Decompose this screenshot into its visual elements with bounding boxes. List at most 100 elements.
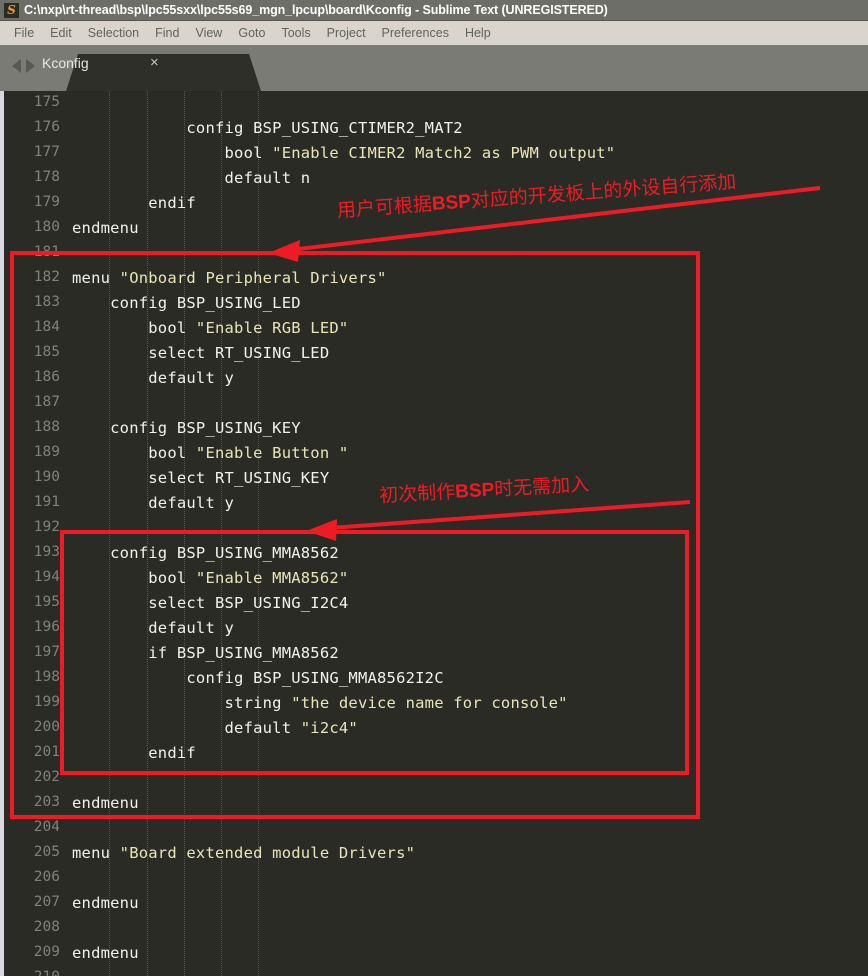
code-line[interactable]: 198 config BSP_USING_MMA8562I2C xyxy=(0,666,868,691)
line-source: bool "Enable MMA8562" xyxy=(72,569,349,587)
line-source: endif xyxy=(72,744,196,762)
line-number: 182 xyxy=(33,269,60,285)
line-number: 197 xyxy=(33,644,60,660)
line-number: 209 xyxy=(33,944,60,960)
line-number: 202 xyxy=(33,769,60,785)
line-number: 192 xyxy=(33,519,60,535)
menu-item-help[interactable]: Help xyxy=(457,24,499,42)
code-line[interactable]: 201 endif xyxy=(0,741,868,766)
line-number: 194 xyxy=(33,569,60,585)
tab-bar: Kconfig × xyxy=(0,45,868,91)
line-number: 184 xyxy=(33,319,60,335)
code-line[interactable]: 194 bool "Enable MMA8562" xyxy=(0,566,868,591)
line-source: endif xyxy=(72,194,196,212)
line-number: 204 xyxy=(33,819,60,835)
menu-item-view[interactable]: View xyxy=(187,24,230,42)
code-line[interactable]: 208 xyxy=(0,916,868,941)
anno2-post: 时无需加入 xyxy=(493,474,590,501)
sublime-text-logo-icon: S xyxy=(4,2,19,18)
line-number: 186 xyxy=(33,369,60,385)
code-line[interactable]: 192 xyxy=(0,516,868,541)
line-source: if BSP_USING_MMA8562 xyxy=(72,644,339,662)
code-line[interactable]: 183 config BSP_USING_LED xyxy=(0,291,868,316)
code-line[interactable]: 193 config BSP_USING_MMA8562 xyxy=(0,541,868,566)
tab-nav-arrows xyxy=(12,59,35,73)
line-source: default y xyxy=(72,619,235,637)
line-source: endmenu xyxy=(72,794,139,812)
code-line[interactable]: 200 default "i2c4" xyxy=(0,716,868,741)
anno2-bold: BSP xyxy=(454,479,495,503)
code-line[interactable]: 185 select RT_USING_LED xyxy=(0,341,868,366)
anno2-pre: 初次制作 xyxy=(378,481,456,508)
line-number: 207 xyxy=(33,894,60,910)
menu-item-project[interactable]: Project xyxy=(319,24,374,42)
line-number: 193 xyxy=(33,544,60,560)
code-line[interactable]: 206 xyxy=(0,866,868,891)
code-line[interactable]: 180 endmenu xyxy=(0,216,868,241)
code-line[interactable]: 205 menu "Board extended module Drivers" xyxy=(0,841,868,866)
line-number: 206 xyxy=(33,869,60,885)
line-source: config BSP_USING_LED xyxy=(72,294,301,312)
code-lines-container: 175 176 config BSP_USING_CTIMER2_MAT2 177 … xyxy=(0,91,868,976)
chevron-right-icon[interactable] xyxy=(26,59,35,73)
line-source: config BSP_USING_MMA8562 xyxy=(72,544,339,562)
code-editor[interactable]: 175 176 config BSP_USING_CTIMER2_MAT2 177 … xyxy=(0,91,868,976)
code-line[interactable]: 178 default n xyxy=(0,166,868,191)
chevron-left-icon[interactable] xyxy=(12,59,21,73)
code-line[interactable]: 186 default y xyxy=(0,366,868,391)
code-line[interactable]: 196 default y xyxy=(0,616,868,641)
logo-glyph: S xyxy=(7,3,16,17)
code-line[interactable]: 199 string "the device name for console" xyxy=(0,691,868,716)
code-line[interactable]: 207 endmenu xyxy=(0,891,868,916)
code-line[interactable]: 184 bool "Enable RGB LED" xyxy=(0,316,868,341)
window-title: C:\nxp\rt-thread\bsp\lpc55sxx\lpc55s69_m… xyxy=(24,3,608,17)
menu-item-tools[interactable]: Tools xyxy=(273,24,318,42)
menu-item-find[interactable]: Find xyxy=(147,24,187,42)
line-source: menu "Onboard Peripheral Drivers" xyxy=(72,269,387,287)
code-line[interactable]: 187 xyxy=(0,391,868,416)
menu-item-goto[interactable]: Goto xyxy=(230,24,273,42)
code-line[interactable]: 204 xyxy=(0,816,868,841)
line-number: 177 xyxy=(33,144,60,160)
menu-item-edit[interactable]: Edit xyxy=(42,24,80,42)
line-number: 205 xyxy=(33,844,60,860)
line-source: string "the device name for console" xyxy=(72,694,568,712)
code-line[interactable]: 203 endmenu xyxy=(0,791,868,816)
code-line[interactable]: 177 bool "Enable CIMER2 Match2 as PWM ou… xyxy=(0,141,868,166)
code-line[interactable]: 210 xyxy=(0,966,868,976)
code-line[interactable]: 209 endmenu xyxy=(0,941,868,966)
code-line[interactable]: 202 xyxy=(0,766,868,791)
tab-kconfig-label: Kconfig xyxy=(42,55,89,71)
line-number: 201 xyxy=(33,744,60,760)
line-source: default y xyxy=(72,369,235,387)
line-source: endmenu xyxy=(72,219,139,237)
line-number: 178 xyxy=(33,169,60,185)
anno1-bold: BSP xyxy=(431,191,472,216)
menu-item-selection[interactable]: Selection xyxy=(80,24,147,42)
code-line[interactable]: 195 select BSP_USING_I2C4 xyxy=(0,591,868,616)
line-source: bool "Enable Button " xyxy=(72,444,349,462)
line-number: 198 xyxy=(33,669,60,685)
menu-item-preferences[interactable]: Preferences xyxy=(374,24,457,42)
line-number: 187 xyxy=(33,394,60,410)
code-line[interactable]: 197 if BSP_USING_MMA8562 xyxy=(0,641,868,666)
line-source: default y xyxy=(72,494,235,512)
line-source: menu "Board extended module Drivers" xyxy=(72,844,416,862)
tab-kconfig[interactable] xyxy=(66,54,261,91)
line-source: endmenu xyxy=(72,944,139,962)
code-line[interactable]: 181 xyxy=(0,241,868,266)
line-number: 180 xyxy=(33,219,60,235)
code-line[interactable]: 176 config BSP_USING_CTIMER2_MAT2 xyxy=(0,116,868,141)
menu-item-file[interactable]: File xyxy=(6,24,42,42)
close-icon[interactable]: × xyxy=(150,54,159,71)
code-line[interactable]: 175 xyxy=(0,91,868,116)
line-number: 200 xyxy=(33,719,60,735)
line-number: 203 xyxy=(33,794,60,810)
line-source: select RT_USING_LED xyxy=(72,344,330,362)
line-source: bool "Enable RGB LED" xyxy=(72,319,349,337)
code-line[interactable]: 182 menu "Onboard Peripheral Drivers" xyxy=(0,266,868,291)
code-line[interactable]: 189 bool "Enable Button " xyxy=(0,441,868,466)
code-line[interactable]: 188 config BSP_USING_KEY xyxy=(0,416,868,441)
line-source: default n xyxy=(72,169,311,187)
window-title-bar: S C:\nxp\rt-thread\bsp\lpc55sxx\lpc55s69… xyxy=(0,0,868,21)
